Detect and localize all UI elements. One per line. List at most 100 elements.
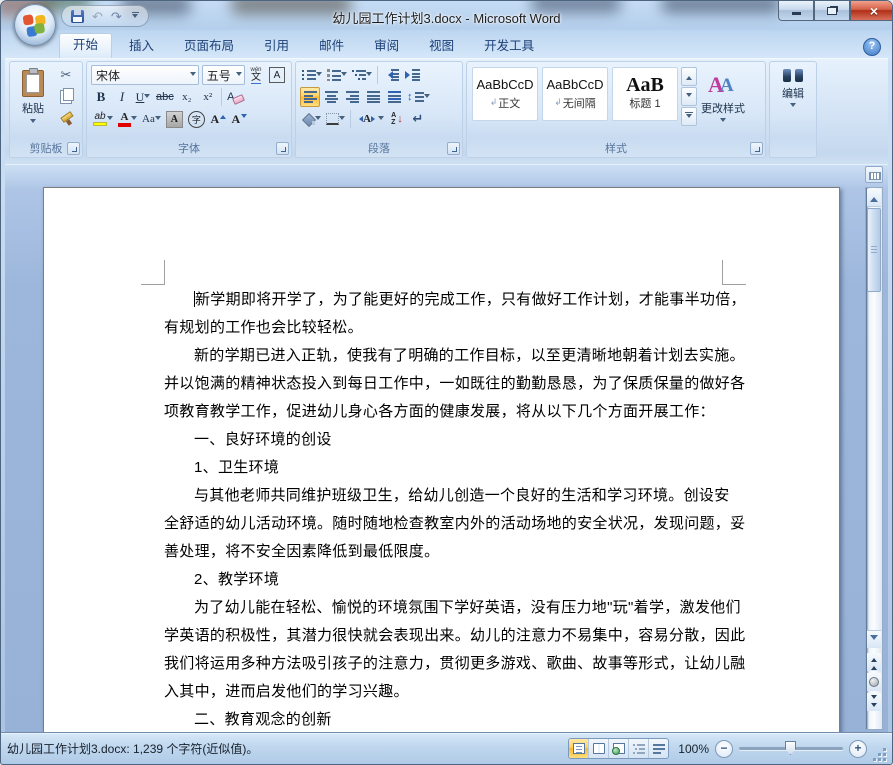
scroll-down-button[interactable]	[867, 630, 881, 648]
zoom-level[interactable]: 100%	[675, 742, 709, 756]
view-shortcuts	[568, 738, 669, 759]
style-no-spacing[interactable]: AaBbCcD ↲ 无间隔	[542, 67, 608, 121]
align-left-icon	[303, 91, 317, 103]
select-browse-object-button[interactable]	[867, 673, 881, 691]
align-left-button[interactable]	[300, 87, 320, 107]
scroll-up-button[interactable]	[867, 189, 881, 207]
previous-page-button[interactable]	[867, 653, 881, 671]
view-outline-button[interactable]	[629, 739, 649, 758]
styles-scroll-down-button[interactable]	[681, 87, 697, 106]
line-spacing-icon: ↕	[407, 91, 424, 103]
draft-icon	[652, 743, 665, 754]
word-count-status[interactable]: 幼儿园工作计划3.docx: 1,239 个字符(近似值)。	[7, 740, 258, 757]
align-right-button[interactable]	[342, 87, 362, 107]
save-icon[interactable]	[71, 9, 84, 23]
character-border-button[interactable]: A	[267, 65, 287, 85]
window-controls: ×	[778, 1, 892, 21]
styles-gallery: AaBbCcD ↲ 正文 AaBbCcD ↲ 无间隔 AaB 标题 1	[472, 67, 678, 121]
align-center-icon	[324, 91, 338, 103]
align-center-button[interactable]	[321, 87, 341, 107]
tab-review[interactable]: 审阅	[361, 35, 412, 58]
redo-icon[interactable]: ↷	[111, 10, 122, 23]
copy-button[interactable]	[54, 87, 78, 107]
close-button[interactable]: ×	[850, 1, 892, 21]
asian-layout-button[interactable]: A	[354, 109, 386, 129]
view-web-layout-button[interactable]	[609, 739, 629, 758]
borders-button[interactable]	[324, 109, 347, 129]
zoom-slider-thumb[interactable]	[785, 741, 796, 755]
change-styles-button[interactable]: AA 更改样式	[700, 67, 746, 143]
styles-more-button[interactable]	[681, 107, 697, 126]
resize-grip[interactable]	[873, 748, 886, 761]
show-marks-button[interactable]: ↵	[408, 109, 428, 129]
tab-insert[interactable]: 插入	[116, 35, 167, 58]
clear-formatting-button[interactable]: A	[225, 87, 245, 107]
cut-button[interactable]: ✂	[54, 65, 78, 85]
styles-dialog-launcher[interactable]	[750, 142, 763, 155]
character-shading-button[interactable]: A	[164, 109, 185, 129]
bold-button[interactable]: B	[91, 87, 111, 107]
italic-button[interactable]: I	[112, 87, 132, 107]
font-name-select[interactable]: 宋体	[91, 65, 199, 85]
multilevel-list-button[interactable]	[350, 65, 374, 85]
tab-page-layout[interactable]: 页面布局	[171, 35, 247, 58]
paragraph-dialog-launcher[interactable]	[447, 142, 460, 155]
font-size-select[interactable]: 五号	[201, 65, 245, 85]
view-draft-button[interactable]	[649, 739, 668, 758]
editing-button[interactable]: 编辑	[770, 62, 816, 138]
text-highlight-button[interactable]: ab	[91, 109, 115, 129]
shading-button[interactable]	[300, 109, 323, 129]
ruler-toggle-button[interactable]	[865, 166, 883, 183]
bullets-button[interactable]	[300, 65, 324, 85]
decrease-indent-button[interactable]	[381, 65, 401, 85]
customize-qat-icon[interactable]	[131, 11, 139, 21]
shrink-font-button[interactable]: A	[229, 109, 249, 129]
strikethrough-button[interactable]: abc	[154, 87, 176, 107]
style-preview: AaBbCcD	[546, 76, 604, 92]
scrollbar-thumb[interactable]	[867, 208, 881, 292]
zoom-out-button[interactable]: −	[715, 739, 733, 758]
subscript-button[interactable]: x₂	[177, 87, 197, 107]
change-case-button[interactable]: Aa	[140, 109, 163, 129]
doc-line: 项教育教学工作，促进幼儿身心各方面的健康发展，将从以下几个方面开展工作：	[164, 403, 715, 420]
undo-icon[interactable]: ↶	[92, 10, 103, 23]
grow-font-button[interactable]: A	[208, 109, 228, 129]
justify-button[interactable]	[363, 87, 383, 107]
restore-button[interactable]	[814, 1, 850, 21]
format-painter-button[interactable]	[54, 109, 78, 129]
tab-home[interactable]: 开始	[59, 33, 113, 58]
tab-developer[interactable]: 开发工具	[471, 35, 547, 58]
next-page-button[interactable]	[867, 693, 881, 711]
line-spacing-button[interactable]: ↕	[405, 87, 432, 107]
paste-button[interactable]: 粘贴	[14, 65, 52, 137]
document-page[interactable]: 新学期即将开学了，为了能更好的完成工作，只有做好工作计划，才能事半功倍， 有规划的…	[43, 187, 840, 732]
font-color-button[interactable]: A	[116, 109, 139, 129]
numbering-button[interactable]	[325, 65, 349, 85]
zoom-slider[interactable]	[739, 741, 843, 755]
view-print-layout-button[interactable]	[569, 739, 589, 758]
styles-scroll-up-button[interactable]	[681, 67, 697, 86]
phonetic-guide-button[interactable]: wén 文	[246, 65, 266, 85]
increase-indent-button[interactable]	[402, 65, 422, 85]
tab-view[interactable]: 视图	[416, 35, 467, 58]
help-button[interactable]: ?	[863, 38, 881, 56]
enclose-characters-button[interactable]: 字	[186, 109, 207, 129]
tab-mailings[interactable]: 邮件	[306, 35, 357, 58]
superscript-button[interactable]: x²	[198, 87, 218, 107]
style-normal[interactable]: AaBbCcD ↲ 正文	[472, 67, 538, 121]
style-heading-1[interactable]: AaB 标题 1	[612, 67, 678, 121]
office-button[interactable]	[14, 4, 56, 46]
font-dialog-launcher[interactable]	[276, 142, 289, 155]
clipboard-dialog-launcher[interactable]	[67, 142, 80, 155]
scrollbar-track[interactable]	[865, 187, 883, 730]
document-text: 新学期即将开学了，为了能更好的完成工作，只有做好工作计划，才能事半功倍， 有规划的…	[164, 286, 746, 732]
view-full-screen-reading-button[interactable]	[589, 739, 609, 758]
zoom-in-button[interactable]: +	[849, 739, 867, 758]
minimize-button[interactable]	[778, 1, 814, 21]
tab-references[interactable]: 引用	[251, 35, 302, 58]
character-border-icon: A	[269, 67, 285, 83]
sort-button[interactable]: A Z ↓	[387, 109, 407, 129]
underline-button[interactable]: U	[133, 87, 153, 107]
doc-line: 与其他老师共同维护班级卫生，给幼儿创造一个良好的生活和学习环境。创设安	[194, 487, 730, 504]
distributed-button[interactable]	[384, 87, 404, 107]
